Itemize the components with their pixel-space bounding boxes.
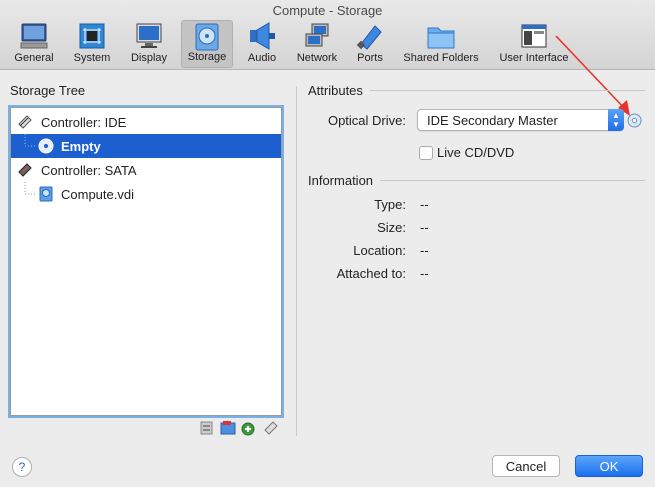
optical-drive-label: Optical Drive: — [327, 113, 406, 128]
storage-icon — [195, 23, 219, 51]
info-type-value: -- — [420, 197, 429, 212]
tree-item-label: Empty — [61, 139, 101, 154]
ports-icon — [356, 25, 382, 50]
toolbar-system[interactable]: System — [66, 20, 118, 68]
ok-button[interactable]: OK — [575, 455, 643, 477]
general-icon — [20, 23, 48, 49]
optical-drive-select[interactable]: IDE Secondary Master ▲ ▼ — [417, 109, 624, 131]
tree-item-empty[interactable]: Empty — [11, 134, 281, 158]
toolbar-ports[interactable]: Ports — [348, 20, 392, 68]
choose-disk-icon[interactable] — [627, 113, 642, 128]
toolbar-display[interactable]: Display — [122, 20, 176, 68]
window-title: Compute - Storage — [272, 3, 383, 18]
settings-window: Compute - Storage General System Display… — [0, 0, 655, 487]
add-controller-icon[interactable] — [198, 420, 216, 436]
info-size-value: -- — [420, 220, 429, 235]
optical-drive-value: IDE Secondary Master — [427, 113, 558, 128]
tree-item-label: Compute.vdi — [61, 187, 134, 202]
tree-item-label: Controller: IDE — [41, 115, 127, 130]
tree-connector — [24, 182, 35, 195]
storage-tree-heading: Storage Tree — [10, 83, 86, 98]
info-location-label: Location: — [353, 243, 406, 258]
select-arrows-icon: ▲ ▼ — [608, 109, 624, 131]
information-rule — [380, 180, 645, 181]
storage-tree[interactable]: Controller: IDE Empty Controller: SATA C… — [10, 107, 282, 416]
info-size-label: Size: — [377, 220, 406, 235]
add-disk-icon[interactable] — [240, 420, 258, 436]
user-interface-icon — [521, 24, 547, 48]
pane-divider — [296, 86, 297, 436]
display-icon — [136, 23, 162, 48]
toolbar-audio[interactable]: Audio — [238, 20, 286, 68]
optical-disc-icon — [38, 138, 54, 154]
help-button[interactable]: ? — [12, 457, 32, 477]
tree-connector — [24, 134, 35, 147]
cancel-button[interactable]: Cancel — [492, 455, 560, 477]
live-cd-label: Live CD/DVD — [437, 145, 515, 160]
add-attachment-icon[interactable] — [219, 420, 237, 436]
info-attached-label: Attached to: — [336, 266, 406, 281]
attributes-rule — [370, 90, 645, 91]
audio-icon — [250, 22, 275, 50]
toolbar-network[interactable]: Network — [291, 20, 343, 68]
network-icon — [305, 23, 329, 47]
sata-controller-icon — [18, 163, 32, 177]
info-type-label: Type: — [374, 197, 406, 212]
annotation-arrow — [555, 35, 630, 116]
toolbar-shared-folders[interactable]: Shared Folders — [398, 20, 484, 68]
information-heading: Information — [308, 173, 374, 188]
remove-attachment-icon[interactable] — [262, 420, 280, 436]
tree-item-label: Controller: SATA — [41, 163, 137, 178]
tree-item-controller-sata[interactable]: Controller: SATA — [11, 158, 281, 182]
live-cd-checkbox[interactable] — [419, 146, 433, 160]
tree-item-compute-vdi[interactable]: Compute.vdi — [11, 182, 281, 206]
system-icon — [79, 23, 105, 49]
attributes-heading: Attributes — [308, 83, 363, 98]
hard-disk-icon — [39, 186, 53, 202]
info-attached-value: -- — [420, 266, 429, 281]
shared-folders-icon — [427, 27, 455, 49]
toolbar-storage[interactable]: Storage — [181, 20, 233, 68]
ide-controller-icon — [18, 115, 32, 129]
toolbar-general[interactable]: General — [8, 20, 60, 68]
tree-item-controller-ide[interactable]: Controller: IDE — [11, 110, 281, 134]
info-location-value: -- — [420, 243, 429, 258]
